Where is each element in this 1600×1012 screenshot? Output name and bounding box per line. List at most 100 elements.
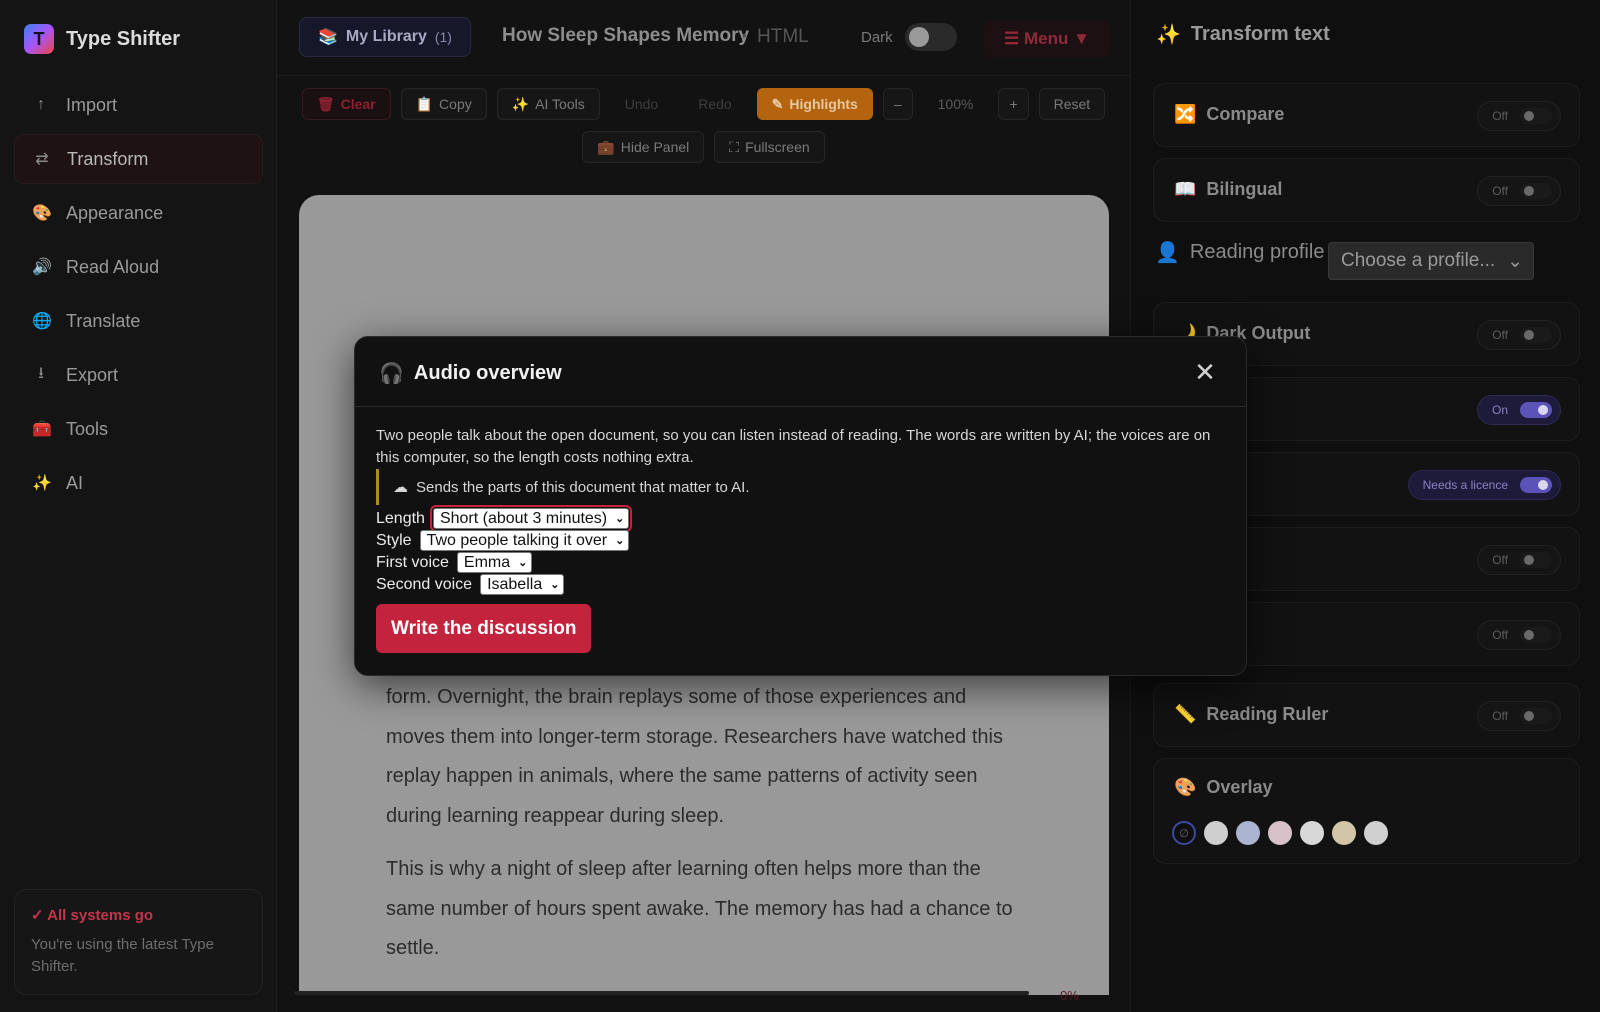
library-count: (1) <box>434 29 452 45</box>
sparkle-icon: ✨ <box>511 95 530 112</box>
overlay-swatch[interactable] <box>1300 821 1324 845</box>
overlay-swatch-none[interactable]: ∅ <box>1172 821 1196 845</box>
second-voice-select[interactable]: Isabella ⌄ <box>480 574 565 595</box>
bilingual-text: Bilingual <box>1206 179 1283 199</box>
import-icon: ↑ <box>37 96 45 113</box>
reading-progress-label: 0% <box>1060 988 1079 1003</box>
sidebar-item-label: Translate <box>66 310 141 331</box>
zoom-out-button[interactable]: – <box>882 88 913 120</box>
clear-button[interactable]: 🗑 Clear <box>301 88 391 120</box>
sidebar-item-label: Transform <box>67 148 149 169</box>
style-select[interactable]: Two people talking it over ⌄ <box>419 530 630 551</box>
highlights-label: Highlights <box>789 96 858 112</box>
toggle-state: Off <box>1492 328 1508 342</box>
globe-icon: 🌐 <box>32 313 52 330</box>
undo-button[interactable]: Undo <box>610 88 673 120</box>
reading-profile-label: 👤 Reading profile <box>1155 240 1324 265</box>
switch-knob <box>1520 552 1552 568</box>
overlay-swatch[interactable] <box>1204 821 1228 845</box>
switch-knob <box>1520 402 1552 418</box>
overlay-swatch[interactable] <box>1268 821 1292 845</box>
style-row: Style Two people talking it over ⌄ <box>376 530 630 551</box>
feature-toggle[interactable]: Off <box>1477 620 1561 650</box>
my-library-button[interactable]: 📚 My Library (1) <box>299 17 471 57</box>
style-value: Two people talking it over <box>426 531 608 549</box>
document-title: How Sleep Shapes Memory <box>502 25 750 46</box>
fullscreen-button[interactable]: ⛶ Fullscreen <box>714 131 825 163</box>
sidebar-item-import[interactable]: ↑ Import <box>14 80 263 130</box>
overlay-swatch[interactable] <box>1236 821 1260 845</box>
brand[interactable]: T Type Shifter <box>24 24 180 54</box>
sidebar-item-ai[interactable]: ✨ AI <box>14 458 263 508</box>
dialog-title: 🎧 Audio overview <box>379 361 562 386</box>
tools-toggle[interactable]: On <box>1476 395 1561 425</box>
sidebar-item-appearance[interactable]: 🎨 Appearance <box>14 188 263 238</box>
reading-progress-bar <box>294 991 1029 995</box>
sidebar-item-transform[interactable]: ⇄ Transform <box>14 134 263 184</box>
length-value: Short (about 3 minutes) <box>439 509 608 527</box>
sparkle-icon: ✨ <box>32 475 52 492</box>
dark-mode-toggle[interactable] <box>905 23 957 51</box>
ruler-icon: 📏 <box>1174 704 1197 724</box>
bilingual-toggle[interactable]: Off <box>1477 176 1561 206</box>
redo-button[interactable]: Redo <box>683 88 746 120</box>
app-logo-icon: T <box>24 24 54 54</box>
bilingual-label: 📖 Bilingual <box>1174 179 1282 200</box>
dyslexic-toggle[interactable]: Off <box>1477 545 1561 575</box>
reset-button[interactable]: Reset <box>1038 88 1106 120</box>
overlay-swatch[interactable] <box>1364 821 1388 845</box>
length-select[interactable]: Short (about 3 minutes) ⌄ <box>429 505 633 532</box>
chevron-down-icon: ⌄ <box>615 513 625 525</box>
hide-panel-button[interactable]: 💼 Hide Panel <box>582 131 705 163</box>
status-text: You're using the latest Type Shifter. <box>31 936 214 975</box>
first-voice-select[interactable]: Emma ⌄ <box>456 552 533 573</box>
write-discussion-button[interactable]: Write the discussion <box>376 604 592 653</box>
zoom-in-button[interactable]: + <box>998 88 1029 120</box>
panel-title: ✨ Transform text <box>1156 22 1330 47</box>
length-label: Length <box>376 509 425 527</box>
chevron-down-icon: ⌄ <box>615 535 625 547</box>
reading-profile-select[interactable]: Choose a profile... ⌄ <box>1328 242 1534 280</box>
dark-output-toggle[interactable]: Off <box>1477 320 1561 350</box>
headphones-icon: 🎧 <box>379 363 404 385</box>
sidebar-item-translate[interactable]: 🌐 Translate <box>14 296 263 346</box>
fullscreen-label: Fullscreen <box>745 139 810 155</box>
toolbar-secondary: 💼 Hide Panel ⛶ Fullscreen <box>277 131 1130 163</box>
copy-label: Copy <box>439 96 472 112</box>
reading-ruler-text: Reading Ruler <box>1206 704 1329 724</box>
toggle-state: Off <box>1492 628 1508 642</box>
overlay-label: 🎨 Overlay <box>1174 777 1272 798</box>
sidebar-item-export[interactable]: ⭳ Export <box>14 350 263 400</box>
copy-button[interactable]: 📋 Copy <box>400 88 487 120</box>
toggle-state: Off <box>1492 109 1508 123</box>
switch-knob <box>1520 327 1552 343</box>
palette-icon: 🎨 <box>32 205 52 222</box>
first-voice-row: First voice Emma ⌄ <box>376 552 533 573</box>
ai-tools-button[interactable]: ✨ AI Tools <box>496 88 600 120</box>
second-voice-value: Isabella <box>487 575 543 593</box>
trash-icon: 🗑 <box>316 95 335 112</box>
licence-toggle[interactable]: Needs a licence <box>1407 470 1561 500</box>
menu-button[interactable]: ☰ Menu ▼ <box>984 20 1110 58</box>
dialog-header: 🎧 Audio overview ✕ <box>355 337 1246 407</box>
sidebar-item-label: Read Aloud <box>66 256 160 277</box>
highlights-button[interactable]: ✎ Highlights <box>756 88 873 120</box>
style-label: Style <box>376 531 412 549</box>
toolbox-icon: 🧰 <box>32 421 52 438</box>
second-voice-label: Second voice <box>376 575 473 593</box>
close-icon[interactable]: ✕ <box>1190 357 1220 387</box>
overlay-swatch[interactable] <box>1332 821 1356 845</box>
sidebar-item-read-aloud[interactable]: 🔊 Read Aloud <box>14 242 263 292</box>
toggle-state: Off <box>1492 709 1508 723</box>
top-bar: 📚 My Library (1) How Sleep Shapes Memory… <box>277 0 1130 76</box>
switch-knob <box>1520 108 1552 124</box>
book-icon: 📖 <box>1174 179 1197 199</box>
document-paragraph: form. Overnight, the brain replays some … <box>386 686 1003 827</box>
toggle-state: On <box>1491 403 1508 417</box>
sidebar-item-tools[interactable]: 🧰 Tools <box>14 404 263 454</box>
document-body: form. Overnight, the brain replays some … <box>386 678 1026 983</box>
toggle-state: Needs a licence <box>1422 478 1508 492</box>
compare-toggle[interactable]: Off <box>1477 101 1561 131</box>
reading-ruler-toggle[interactable]: Off <box>1477 701 1561 731</box>
switch-knob <box>1520 627 1552 643</box>
